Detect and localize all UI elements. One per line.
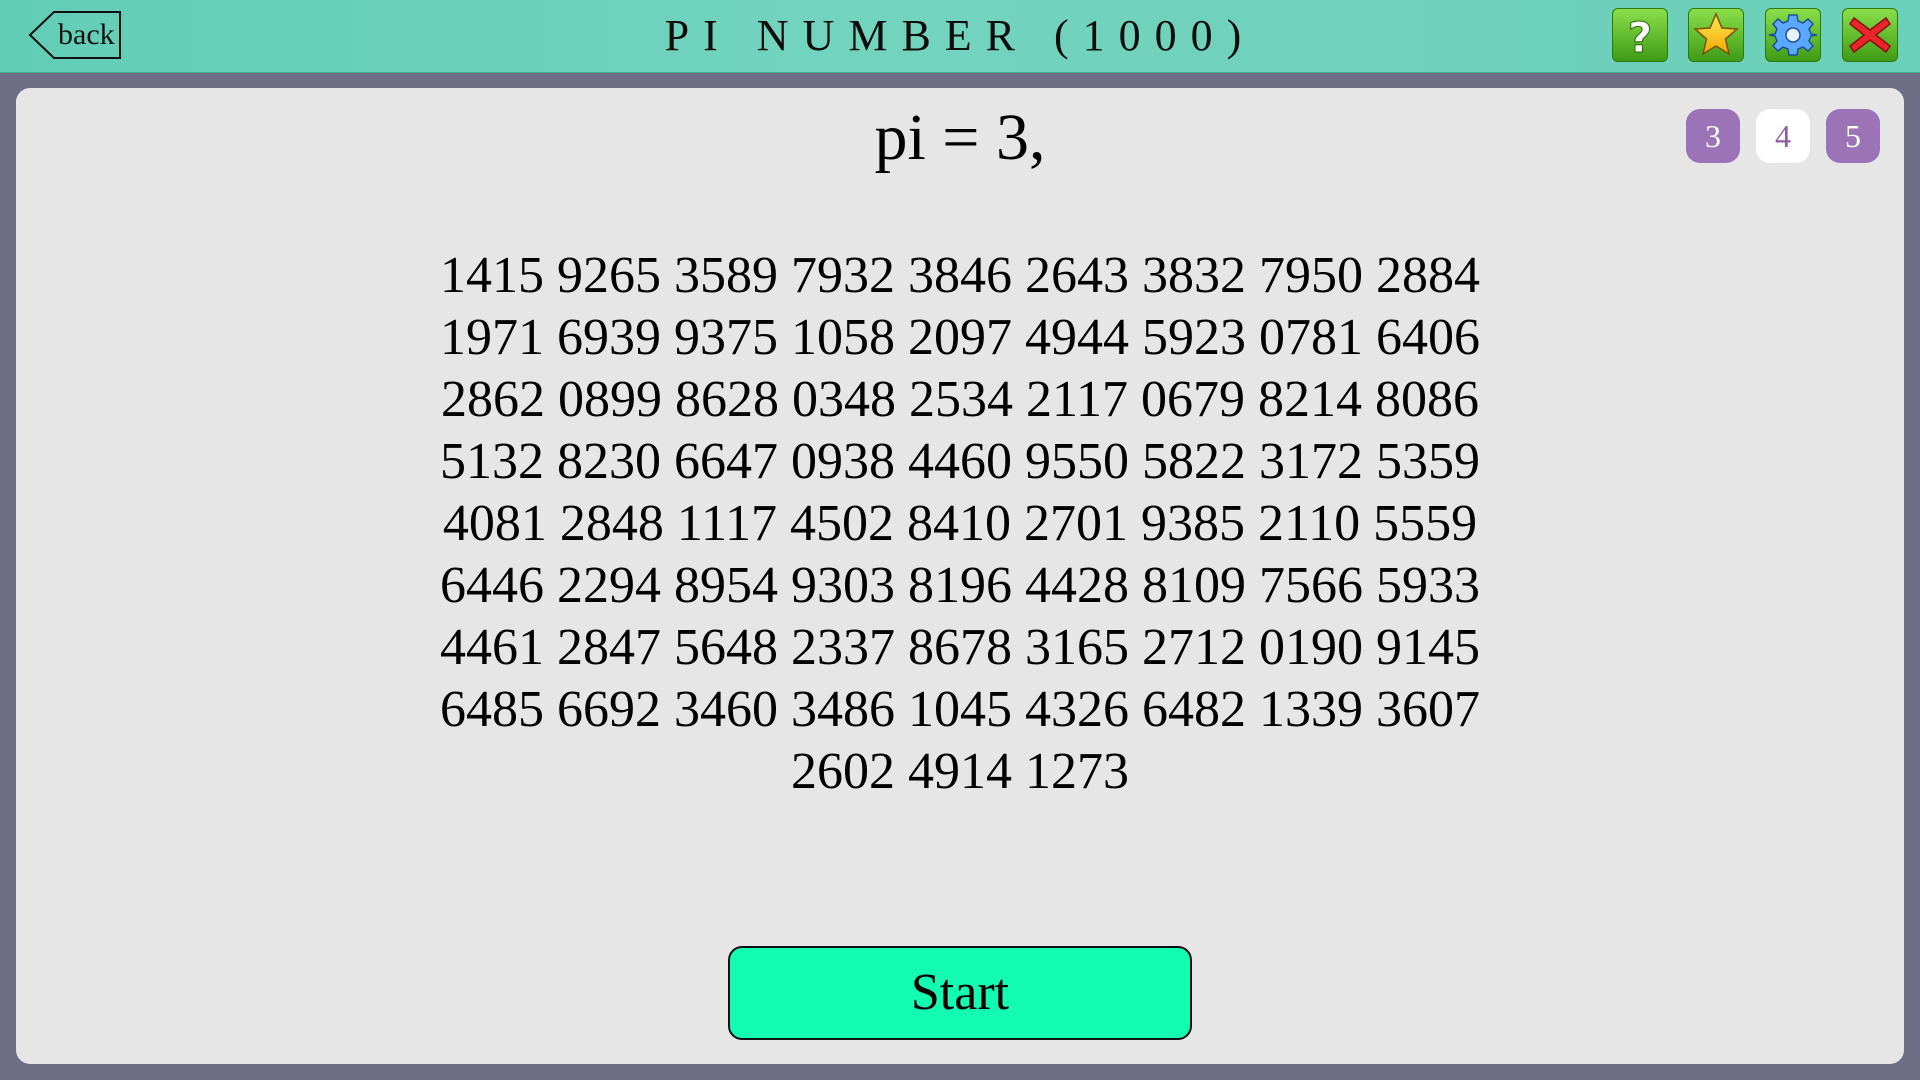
group-size-4-button[interactable]: 4 [1756, 109, 1810, 163]
pi-label: pi = 3, [874, 101, 1046, 174]
group-size-5-button[interactable]: 5 [1826, 109, 1880, 163]
favorite-button[interactable] [1688, 8, 1744, 62]
pi-digits-block: 1415 9265 3589 7932 3846 2643 3832 7950 … [16, 245, 1904, 803]
question-icon: ? [1612, 8, 1668, 62]
settings-button[interactable] [1765, 8, 1821, 62]
close-icon [1842, 8, 1898, 62]
main-panel: pi = 3, 3 4 5 1415 9265 3589 7932 3846 2… [16, 88, 1904, 1064]
digit-line: 2862 0899 8628 0348 2534 2117 0679 8214 … [440, 371, 1480, 428]
digit-line: 6446 2294 8954 9303 8196 4428 8109 7566 … [440, 557, 1480, 614]
digit-line: 1971 6939 9375 1058 2097 4944 5923 0781 … [440, 309, 1480, 366]
help-button[interactable]: ? [1612, 8, 1668, 62]
digit-line: 1415 9265 3589 7932 3846 2643 3832 7950 … [440, 247, 1480, 304]
digit-line: 4081 2848 1117 4502 8410 2701 9385 2110 … [442, 495, 1478, 552]
digit-line: 5132 8230 6647 0938 4460 9550 5822 3172 … [440, 433, 1480, 490]
close-button[interactable] [1842, 8, 1898, 62]
start-button[interactable]: Start [728, 946, 1192, 1040]
star-icon [1688, 8, 1744, 62]
digit-line: 4461 2847 5648 2337 8678 3165 2712 0190 … [440, 619, 1480, 676]
digit-line: 2602 4914 1273 [791, 743, 1129, 800]
gear-icon [1765, 8, 1821, 62]
digit-line: 6485 6692 3460 3486 1045 4326 6482 1339 … [440, 681, 1480, 738]
group-size-3-button[interactable]: 3 [1686, 109, 1740, 163]
header-bar: back PI NUMBER (1000) ? [0, 0, 1920, 73]
group-size-selector: 3 4 5 [1686, 109, 1880, 163]
svg-text:?: ? [1628, 13, 1652, 62]
